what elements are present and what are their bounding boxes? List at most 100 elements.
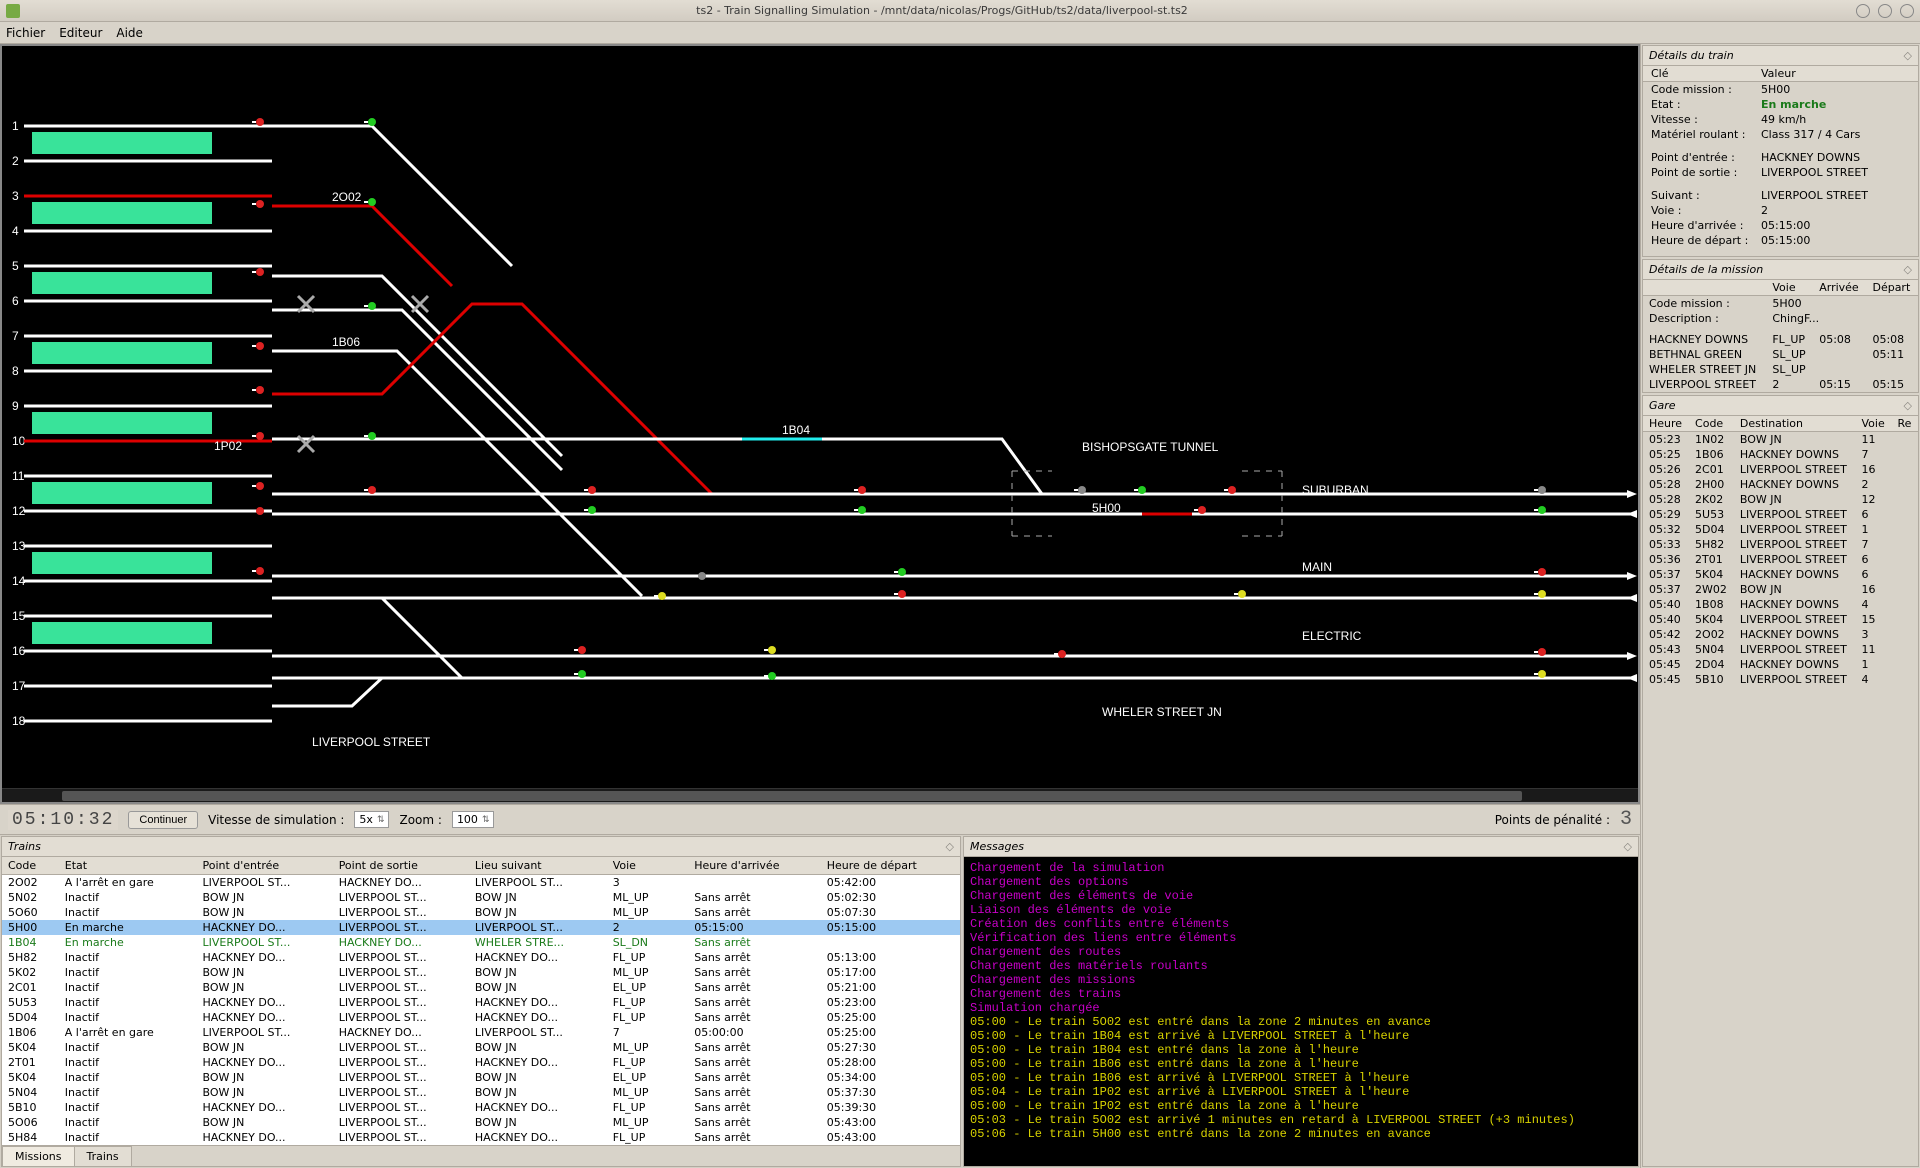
panel-menu-icon[interactable]: ◇	[946, 840, 954, 853]
station-panel: Gare ◇ HeureCodeDestinationVoieRe 05:231…	[1642, 395, 1919, 1167]
messages-log[interactable]: Chargement de la simulation Chargement d…	[964, 857, 1638, 1166]
track-diagram[interactable]: .tk{stroke:#fff;stroke-width:3;fill:none…	[0, 44, 1640, 804]
station-row[interactable]: 05:401B08HACKNEY DOWNS4	[1643, 597, 1918, 612]
mission-details-title: Détails de la mission	[1649, 263, 1763, 276]
trains-title: Trains	[8, 840, 41, 853]
svg-text:11: 11	[12, 469, 25, 483]
svg-text:1B04: 1B04	[782, 423, 810, 437]
menu-edit[interactable]: Editeur	[59, 26, 102, 40]
svg-text:14: 14	[12, 574, 26, 588]
svg-text:10: 10	[12, 434, 26, 448]
detail-row: Suivant :LIVERPOOL STREET	[1643, 188, 1918, 203]
train-row[interactable]: 1B06A l'arrêt en gareLIVERPOOL ST...HACK…	[2, 1025, 960, 1040]
station-row[interactable]: 05:452D04HACKNEY DOWNS1	[1643, 657, 1918, 672]
station-row[interactable]: 05:282K02BOW JN12	[1643, 492, 1918, 507]
train-row[interactable]: 5O06InactifBOW JNLIVERPOOL ST...BOW JNML…	[2, 1115, 960, 1130]
train-row[interactable]: 2T01InactifHACKNEY DO...LIVERPOOL ST...H…	[2, 1055, 960, 1070]
mission-row[interactable]: LIVERPOOL STREET205:1505:15	[1643, 377, 1918, 392]
detail-row: Voie :2	[1643, 203, 1918, 218]
svg-text:1: 1	[12, 119, 19, 133]
menu-file[interactable]: Fichier	[6, 26, 45, 40]
train-row[interactable]: 5N02InactifBOW JNLIVERPOOL ST...BOW JNML…	[2, 890, 960, 905]
tab-missions[interactable]: Missions	[2, 1146, 75, 1166]
station-row[interactable]: 05:375K04HACKNEY DOWNS6	[1643, 567, 1918, 582]
sim-speed-label: Vitesse de simulation :	[208, 813, 344, 827]
svg-text:6: 6	[12, 294, 19, 308]
station-row[interactable]: 05:372W02BOW JN16	[1643, 582, 1918, 597]
train-row[interactable]: 5H00En marcheHACKNEY DO...LIVERPOOL ST..…	[2, 920, 960, 935]
station-row[interactable]: 05:405K04LIVERPOOL STREET15	[1643, 612, 1918, 627]
train-row[interactable]: 5H84InactifHACKNEY DO...LIVERPOOL ST...H…	[2, 1130, 960, 1145]
station-row[interactable]: 05:251B06HACKNEY DOWNS7	[1643, 447, 1918, 462]
train-row[interactable]: 2C01InactifBOW JNLIVERPOOL ST...BOW JNEL…	[2, 980, 960, 995]
panel-menu-icon[interactable]: ◇	[1904, 263, 1912, 276]
svg-text:12: 12	[12, 504, 26, 518]
station-row[interactable]: 05:422O02HACKNEY DOWNS3	[1643, 627, 1918, 642]
svg-text:4: 4	[12, 224, 19, 238]
svg-text:WHELER STREET JN: WHELER STREET JN	[1102, 705, 1222, 719]
train-row[interactable]: 1B04En marcheLIVERPOOL ST...HACKNEY DO..…	[2, 935, 960, 950]
station-row[interactable]: 05:282H00HACKNEY DOWNS2	[1643, 477, 1918, 492]
track-scrollbar[interactable]	[2, 788, 1638, 802]
train-row[interactable]: 5K04InactifBOW JNLIVERPOOL ST...BOW JNML…	[2, 1040, 960, 1055]
station-row[interactable]: 05:262C01LIVERPOOL STREET16	[1643, 462, 1918, 477]
train-row[interactable]: 5K02InactifBOW JNLIVERPOOL ST...BOW JNML…	[2, 965, 960, 980]
app-icon	[6, 4, 20, 18]
mission-row[interactable]: BETHNAL GREENSL_UP05:11	[1643, 347, 1918, 362]
trains-tabs: Missions Trains	[2, 1145, 960, 1166]
svg-text:13: 13	[12, 539, 26, 553]
train-row[interactable]: 5U53InactifHACKNEY DO...LIVERPOOL ST...H…	[2, 995, 960, 1010]
detail-row: Matériel roulant :Class 317 / 4 Cars	[1643, 127, 1918, 142]
menubar: Fichier Editeur Aide	[0, 22, 1920, 44]
panel-menu-icon[interactable]: ◇	[1904, 49, 1912, 62]
detail-row: Etat :En marche	[1643, 97, 1918, 112]
menu-help[interactable]: Aide	[116, 26, 143, 40]
train-row[interactable]: 5N04InactifBOW JNLIVERPOOL ST...BOW JNML…	[2, 1085, 960, 1100]
tab-trains[interactable]: Trains	[74, 1146, 132, 1166]
minimize-icon[interactable]	[1856, 4, 1870, 18]
trains-table: CodeEtatPoint d'entréePoint de sortieLie…	[2, 857, 960, 1145]
train-row[interactable]: 5O60InactifBOW JNLIVERPOOL ST...BOW JNML…	[2, 905, 960, 920]
station-row[interactable]: 05:362T01LIVERPOOL STREET6	[1643, 552, 1918, 567]
mission-details-panel: Détails de la mission ◇ VoieArrivéeDépar…	[1642, 259, 1919, 393]
maximize-icon[interactable]	[1878, 4, 1892, 18]
penalty-label: Points de pénalité :	[1495, 813, 1610, 827]
station-row[interactable]: 05:435N04LIVERPOOL STREET11	[1643, 642, 1918, 657]
panel-menu-icon[interactable]: ◇	[1904, 399, 1912, 412]
close-icon[interactable]	[1900, 4, 1914, 18]
train-row[interactable]: 5K04InactifBOW JNLIVERPOOL ST...BOW JNEL…	[2, 1070, 960, 1085]
svg-text:7: 7	[12, 329, 19, 343]
station-row[interactable]: 05:325D04LIVERPOOL STREET1	[1643, 522, 1918, 537]
continue-button[interactable]: Continuer	[128, 811, 198, 829]
svg-text:8: 8	[12, 364, 19, 378]
station-row[interactable]: 05:295U53LIVERPOOL STREET6	[1643, 507, 1918, 522]
detail-row: Point de sortie :LIVERPOOL STREET	[1643, 165, 1918, 180]
mission-row[interactable]: WHELER STREET JNSL_UP	[1643, 362, 1918, 377]
train-details-panel: Détails du train ◇ Clé Valeur Code missi…	[1642, 45, 1919, 257]
zoom-select[interactable]: 100	[452, 811, 495, 828]
svg-text:SUBURBAN: SUBURBAN	[1302, 483, 1369, 497]
sim-speed-select[interactable]: 5x	[354, 811, 389, 828]
train-row[interactable]: 2O02A l'arrêt en gareLIVERPOOL ST...HACK…	[2, 875, 960, 891]
svg-text:2: 2	[12, 154, 19, 168]
svg-text:2O02: 2O02	[332, 190, 362, 204]
panel-menu-icon[interactable]: ◇	[1624, 840, 1632, 853]
svg-text:ELECTRIC: ELECTRIC	[1302, 629, 1362, 643]
detail-row: Heure de départ :05:15:00	[1643, 233, 1918, 248]
svg-text:LIVERPOOL STREET: LIVERPOOL STREET	[312, 735, 431, 749]
mission-row[interactable]: HACKNEY DOWNSFL_UP05:0805:08	[1643, 332, 1918, 347]
train-row[interactable]: 5D04InactifHACKNEY DO...LIVERPOOL ST...H…	[2, 1010, 960, 1025]
svg-text:1P02: 1P02	[214, 439, 242, 453]
sim-clock: 05:10:32	[8, 810, 118, 830]
train-row[interactable]: 5H82InactifHACKNEY DO...LIVERPOOL ST...H…	[2, 950, 960, 965]
detail-row: Point d'entrée :HACKNEY DOWNS	[1643, 150, 1918, 165]
svg-text:MAIN: MAIN	[1302, 560, 1332, 574]
station-row[interactable]: 05:231N02BOW JN11	[1643, 432, 1918, 448]
svg-text:3: 3	[12, 189, 19, 203]
svg-text:18: 18	[12, 714, 26, 728]
station-row[interactable]: 05:335H82LIVERPOOL STREET7	[1643, 537, 1918, 552]
detail-row: Heure d'arrivée :05:15:00	[1643, 218, 1918, 233]
station-row[interactable]: 05:455B10LIVERPOOL STREET4	[1643, 672, 1918, 687]
train-row[interactable]: 5B10InactifHACKNEY DO...LIVERPOOL ST...H…	[2, 1100, 960, 1115]
svg-text:16: 16	[12, 644, 26, 658]
